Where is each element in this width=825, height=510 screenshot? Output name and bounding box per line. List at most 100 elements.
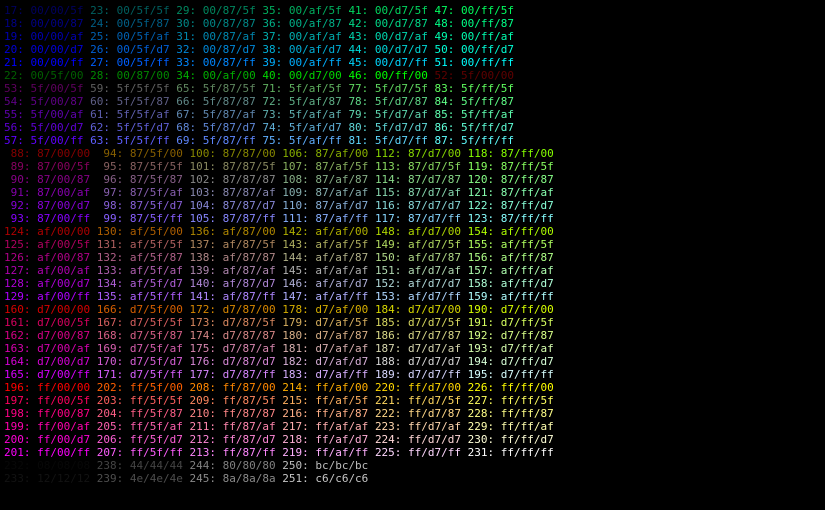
table-row: 125: af/00/5f 131: af/5f/5f 137: af/87/5… [4,238,821,251]
color-cell: 213: ff/87/ff [189,446,282,459]
color-index: 72: [262,95,282,108]
color-hex: af/5f/5f [123,238,189,251]
color-index: 95: [97,160,124,173]
color-index: 31: [176,30,196,43]
color-hex: ff/ff/00 [494,381,560,394]
color-hex: 00/af/00 [196,69,262,82]
color-index: 194: [468,355,495,368]
color-cell: 204: ff/5f/87 [97,407,190,420]
color-hex: 00/5f/af [110,30,176,43]
color-index: 115: [375,186,402,199]
color-index: 125: [4,238,31,251]
color-index: 44: [348,43,368,56]
color-index: 75: [262,134,282,147]
color-hex: d7/ff/af [494,342,560,355]
color-index: 216: [282,407,309,420]
color-hex: d7/af/ff [309,368,375,381]
table-row: 17: 00/00/5f 23: 00/5f/5f 29: 00/87/5f 3… [4,4,821,17]
color-cell: 22: 00/5f/00 [4,69,90,82]
color-hex: af/87/00 [216,225,282,238]
color-cell: 126: af/00/87 [4,251,97,264]
color-hex: 00/d7/d7 [368,43,434,56]
table-row: 92: 87/00/d7 98: 87/5f/d7 104: 87/87/d7 … [4,199,821,212]
color-hex: d7/ff/ff [494,368,560,381]
color-index: 123: [468,212,495,225]
color-cell: 181: d7/af/af [282,342,375,355]
color-index: 176: [189,355,216,368]
table-row: 88: 87/00/00 94: 87/5f/00 100: 87/87/00 … [4,147,821,160]
color-index: 177: [189,368,216,381]
color-index: 63: [90,134,110,147]
color-index: 46: [348,69,368,82]
color-hex: 00/87/ff [196,56,262,69]
color-hex: af/ff/d7 [494,277,560,290]
color-hex: 5f/00/87 [24,95,90,108]
color-hex: ff/00/ff [31,446,97,459]
color-index: 50: [435,43,455,56]
color-cell: 23: 00/5f/5f [90,4,176,17]
color-hex: 00/ff/af [454,30,520,43]
color-cell: 109: 87/af/af [282,186,375,199]
color-cell: 222: ff/d7/87 [375,407,468,420]
color-index: 104: [189,199,216,212]
color-hex: 87/5f/d7 [123,199,189,212]
color-index: 230: [468,433,495,446]
color-index: 199: [4,420,31,433]
color-index: 145: [282,264,309,277]
color-cell: 225: ff/d7/ff [375,446,468,459]
color-hex: 87/d7/87 [401,173,467,186]
color-hex: 5f/5f/ff [110,134,176,147]
color-cell: 188: d7/d7/d7 [375,355,468,368]
color-hex: 5f/af/af [282,108,348,121]
color-cell: 153: af/d7/ff [375,290,468,303]
color-cell: 97: 87/5f/af [97,186,190,199]
color-cell: 17: 00/00/5f [4,4,90,17]
color-hex: 00/af/87 [282,17,348,30]
color-cell: 189: d7/d7/ff [375,368,468,381]
color-hex: 12/12/12 [31,472,97,485]
color-cell: 79: 5f/d7/af [348,108,434,121]
color-index: 221: [375,394,402,407]
color-hex: 87/ff/af [494,186,560,199]
color-cell: 131: af/5f/5f [97,238,190,251]
table-row: 198: ff/00/87 204: ff/5f/87 210: ff/87/8… [4,407,821,420]
color-index: 166: [97,303,124,316]
color-cell: 45: 00/d7/ff [348,56,434,69]
color-cell: 128: af/00/d7 [4,277,97,290]
color-cell: 136: af/87/00 [189,225,282,238]
color-cell: 102: 87/87/87 [189,173,282,186]
color-hex: af/ff/af [494,264,560,277]
color-index: 28: [90,69,110,82]
color-cell: 166: d7/5f/00 [97,303,190,316]
color-hex: ff/5f/d7 [123,433,189,446]
color-hex: 87/5f/ff [123,212,189,225]
color-cell: 165: d7/00/ff [4,368,97,381]
color-hex: 00/5f/00 [24,69,90,82]
color-index: 159: [468,290,495,303]
color-hex: 00/d7/87 [368,17,434,30]
color-cell: 174: d7/87/87 [189,329,282,342]
color-index: 173: [189,316,216,329]
color-index: 53: [4,82,24,95]
color-hex: ff/5f/5f [123,394,189,407]
color-hex: d7/87/00 [216,303,282,316]
color-index: 38: [262,43,282,56]
color-cell: 118: 87/ff/00 [468,147,561,160]
color-cell: 90: 87/00/87 [4,173,97,186]
color-index: 182: [282,355,309,368]
color-index: 56: [4,121,24,134]
color-cell: 69: 5f/87/ff [176,134,262,147]
color-index: 232: [4,459,31,472]
color-cell: 130: af/5f/00 [97,225,190,238]
color-hex: 87/d7/d7 [401,199,467,212]
color-cell: 29: 00/87/5f [176,4,262,17]
color-hex: 8a/8a/8a [216,472,282,485]
color-index: 35: [262,4,282,17]
color-hex: ff/af/d7 [309,433,375,446]
color-index: 169: [97,342,124,355]
color-hex: 87/ff/d7 [494,199,560,212]
table-row: 57: 5f/00/ff 63: 5f/5f/ff 69: 5f/87/ff 7… [4,134,821,147]
table-row: 233: 12/12/12 239: 4e/4e/4e 245: 8a/8a/8… [4,472,821,485]
color-index: 71: [262,82,282,95]
color-hex: d7/af/5f [309,316,375,329]
